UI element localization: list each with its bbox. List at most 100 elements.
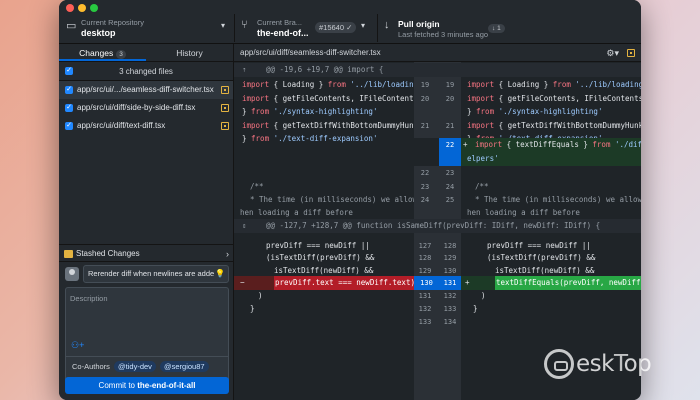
file-path: app/src/ui/.../seamless-diff-switcher.ts… [77,85,214,94]
line-number: 21 [420,122,430,130]
diff-line-right: } from './syntax-highlighting' [467,107,603,116]
diff-line-right: + textDiffEquals(prevDiff, newDiff)) [461,276,641,290]
file-checkbox[interactable]: ✓ [65,122,73,130]
pull-origin-button[interactable]: ↓ Pull origin Last fetched 3 minutes ago… [378,14,518,44]
file-modified-icon [221,104,229,112]
hunk-header-text: @@ -19,6 +19,7 @@ import { [266,65,384,74]
diff-line-right: hen loading a diff before [467,208,580,217]
diff-line-left: import { getTextDiffWithBottomDummyHunk [242,121,414,130]
diff-line-left: hen loading a diff before [240,208,353,217]
commit-summary-row: Rerender diff when newlines are adde 💡 [65,265,229,283]
tab-changes[interactable]: Changes 3 [59,44,146,61]
close-window-button[interactable] [66,4,74,12]
hunk-header[interactable]: ⇕ @@ -127,7 +128,7 @@ function isSameDif… [234,219,641,233]
tab-history-label: History [176,48,203,58]
select-all-checkbox[interactable]: ✓ [65,67,73,75]
gear-icon[interactable]: ⚙▾ [606,44,619,62]
branch-selector[interactable]: ⑂ Current Bra... the-end-of... #15640 ✓ … [235,14,377,44]
coauthor-handle[interactable]: @sergiou87 [160,361,209,372]
diff-line-left: import { getFileContents, IFileContents [242,94,414,103]
coauthors-row: Co-Authors @tidy-dev @sergiou87 [66,356,228,376]
commit-prefix: Commit to [98,381,138,390]
tab-history[interactable]: History [146,44,233,61]
repository-selector[interactable]: ▭ Current Repository desktop ▾ [59,14,234,44]
commit-description-field[interactable]: Description ⚇+ Co-Authors @tidy-dev @ser… [65,287,229,384]
line-number-selected[interactable]: 131 [439,276,461,290]
diff-line-left: (isTextDiff(prevDiff) && [266,253,375,262]
pr-badge[interactable]: #15640 ✓ [315,22,357,33]
line-number: 22 [445,141,455,149]
minimize-window-button[interactable] [78,4,86,12]
sidebar-tabs: Changes 3 History [59,44,233,62]
line-number: 20 [445,95,455,103]
commit-button[interactable]: Commit to the-end-of-it-all [65,377,229,394]
file-checkbox[interactable]: ✓ [65,104,73,112]
repo-label: Current Repository [81,18,144,27]
diff-line-right: * The time (in milliseconds) we allow w [475,195,641,204]
line-number: 133 [418,318,432,326]
diff-line-right: import { getFileContents, IFileContents [467,94,641,103]
line-number: 21 [445,122,455,130]
line-number: 128 [418,254,432,262]
expand-up-icon[interactable]: ⇡ [242,63,247,77]
description-placeholder: Description [70,294,108,303]
diff-line-left: ) [258,291,263,300]
file-list-item[interactable]: ✓ app/src/ui/diff/side-by-side-diff.tsx [59,99,233,117]
file-modified-icon [221,86,229,94]
line-number: 19 [445,81,455,89]
branch-label: Current Bra... [257,18,303,27]
line-number-selected[interactable]: 130 [414,276,439,290]
hunk-header[interactable]: ⇡ @@ -19,6 +19,7 @@ import { [234,63,641,77]
pr-number: #15640 [319,23,345,32]
stash-icon [64,250,73,258]
line-number: 131 [418,292,432,300]
diff-line-right: ) [481,291,486,300]
avatar [65,267,79,281]
changes-count-badge: 3 [116,50,126,59]
file-checkbox[interactable]: ✓ [65,86,73,94]
diff-line-right: import { Loading } from '../lib/loading' [467,80,641,89]
diff-line-right: } [473,304,478,313]
line-number-selected[interactable]: 22 [439,138,461,166]
stashed-changes-row[interactable]: Stashed Changes › [59,244,234,262]
coauthor-handle[interactable]: @tidy-dev [114,361,156,372]
coauthors-label: Co-Authors [72,362,110,371]
pull-count-badge: ↓ 1 [488,24,505,33]
changed-files-header: ✓ 3 changed files [59,62,233,81]
line-number: 20 [420,95,430,103]
add-coauthor-icon[interactable]: ⚇+ [71,340,84,351]
repo-name: desktop [81,28,116,38]
sidebar: Changes 3 History ✓ 3 changed files ✓ app… [59,44,234,400]
line-number: 132 [418,305,432,313]
commit-summary-input[interactable]: Rerender diff when newlines are adde 💡 [83,265,229,283]
chevron-down-icon: ▾ [361,21,366,30]
line-number: 134 [443,318,457,326]
line-number: 24 [445,183,455,191]
chevron-down-icon: ▾ [221,21,226,30]
maximize-window-button[interactable] [90,4,98,12]
watermark-logo: eskTop [544,346,694,386]
pull-subtitle: Last fetched 3 minutes ago [398,30,489,39]
diff-line-right: +import { textDiffEquals } from './diff-… [463,140,641,149]
line-number: 22 [420,169,430,177]
branch-name: the-end-of... [257,28,309,38]
diff-line-right: import { getTextDiffWithBottomDummyHunk [467,121,641,130]
monitor-icon: ▭ [66,20,77,32]
file-modified-icon [627,49,635,57]
file-list-item[interactable]: ✓ app/src/ui/.../seamless-diff-switcher.… [59,81,233,99]
watermark-text: eskTop [576,351,652,377]
line-number: 25 [445,196,455,204]
line-number: 23 [420,183,430,191]
file-list-item[interactable]: ✓ app/src/ui/diff/text-diff.tsx [59,117,233,135]
diff-line-right: elpers' [467,154,499,163]
expand-icon[interactable]: ⇕ [242,219,247,233]
pull-count: 1 [497,25,501,32]
diff-line-left: /** [250,182,264,191]
diff-line-left: * The time (in milliseconds) we allow w [250,195,414,204]
lightbulb-icon: 💡 [215,269,225,278]
diff-line-right: (isTextDiff(prevDiff) && [487,253,596,262]
file-modified-icon [221,122,229,130]
branch-icon: ⑂ [241,19,248,31]
diff-line-left: } from './text-diff-expansion' [242,134,378,143]
line-number: 132 [443,292,457,300]
